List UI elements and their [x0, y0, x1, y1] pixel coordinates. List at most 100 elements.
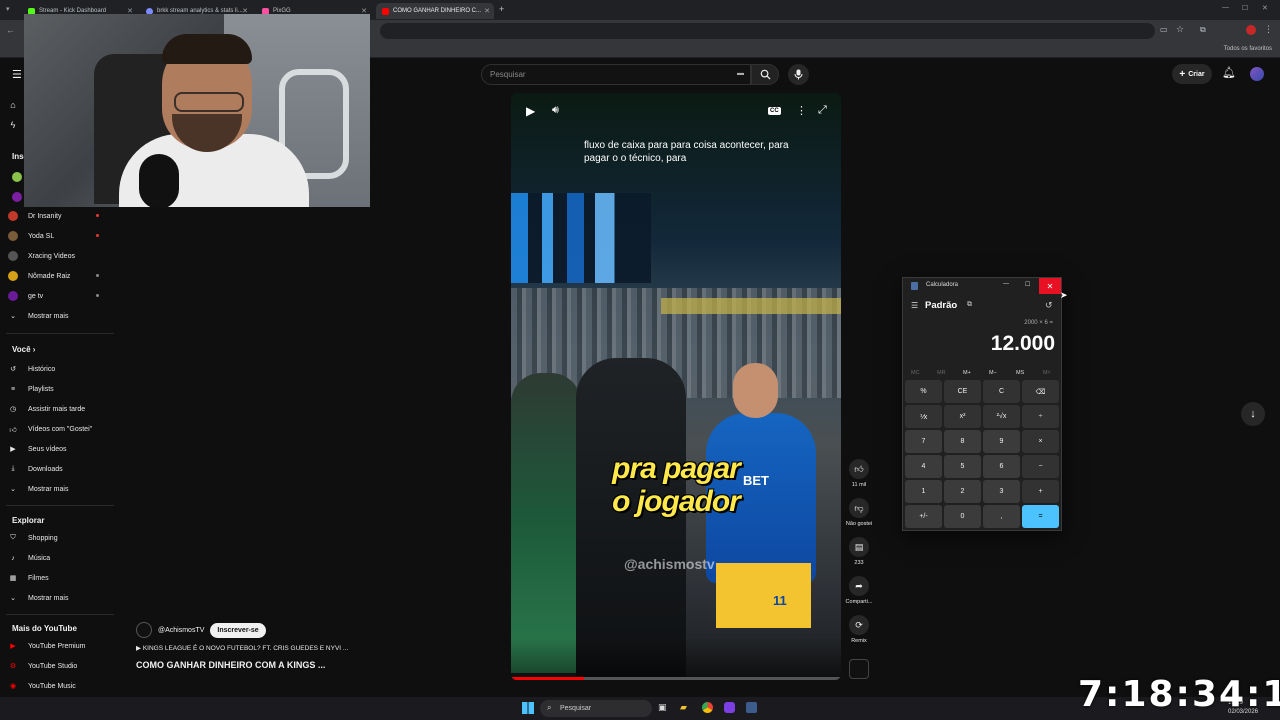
calc-key-negate[interactable]: +/-	[905, 505, 942, 528]
channel-avatar[interactable]	[12, 172, 22, 182]
sidebar-show-more-subs[interactable]: ⌄ Mostrar mais	[8, 308, 108, 324]
sidebar-item-yt-premium[interactable]: ▶ YouTube Premium	[8, 638, 108, 654]
all-bookmarks-link[interactable]: Todos os favoritos	[1224, 46, 1272, 52]
calculator-taskbar-icon[interactable]	[746, 702, 757, 713]
file-explorer-icon[interactable]: ▰	[680, 702, 687, 713]
dislike-button[interactable]: 👎︎ Não gostei	[846, 498, 872, 527]
calc-key-subtract[interactable]: −	[1022, 455, 1059, 478]
video-title[interactable]: COMO GANHAR DINHEIRO COM A KINGS ...	[136, 660, 325, 670]
calc-key-3[interactable]: 3	[983, 480, 1020, 503]
sidebar-sub-xracing[interactable]: Xracing Videos	[8, 248, 108, 264]
taskbar-search[interactable]: ⌕ Pesquisar	[540, 700, 652, 717]
calc-key-6[interactable]: 6	[983, 455, 1020, 478]
calc-key-clear[interactable]: C	[983, 380, 1020, 403]
tab-youtube-active[interactable]: COMO GANHAR DINHEIRO C... ✕	[376, 3, 494, 19]
sidebar-item-history[interactable]: ↺ Histórico	[8, 361, 108, 377]
calc-key-clear-entry[interactable]: CE	[944, 380, 981, 403]
keep-on-top-icon[interactable]: ⧉	[967, 301, 972, 309]
chrome-icon[interactable]	[702, 702, 713, 713]
sidebar-sub-yoda-sl[interactable]: Yoda SL	[8, 228, 108, 244]
keyboard-icon[interactable]: ▬	[737, 70, 744, 77]
cast-icon[interactable]: ▭	[1160, 25, 1168, 34]
profile-icon[interactable]	[1246, 25, 1256, 35]
url-field[interactable]	[380, 23, 1155, 39]
memory-store-button[interactable]: MS	[1016, 370, 1024, 376]
history-icon[interactable]: ↺	[1045, 300, 1053, 311]
extensions-icon[interactable]: ⧉	[1200, 25, 1206, 35]
sidebar-item-shopping[interactable]: ⛉ Shopping	[8, 530, 108, 546]
calc-key-sqrt[interactable]: ²√x	[983, 405, 1020, 428]
calc-key-reciprocal[interactable]: ⅟x	[905, 405, 942, 428]
calc-key-7[interactable]: 7	[905, 430, 942, 453]
calc-key-1[interactable]: 1	[905, 480, 942, 503]
memory-recall-button[interactable]: MR	[937, 370, 946, 376]
channel-handle[interactable]: @AchismosTV	[158, 627, 204, 634]
close-icon[interactable]: ✕	[484, 7, 490, 15]
maximize-icon[interactable]: ☐	[1242, 4, 1248, 12]
fullscreen-icon[interactable]: ⤢	[818, 104, 827, 117]
calculator-titlebar[interactable]: Calculadora — ☐ ✕	[903, 278, 1061, 294]
tab-search-icon[interactable]: ▾	[6, 5, 10, 13]
comments-button[interactable]: ▤ 233	[847, 537, 871, 566]
calc-key-4[interactable]: 4	[905, 455, 942, 478]
subscribe-button[interactable]: Inscrever-se	[210, 622, 266, 638]
menu-dots-icon[interactable]: ⋮	[1264, 24, 1273, 35]
channel-avatar[interactable]	[136, 622, 152, 638]
close-window-icon[interactable]: ✕	[1262, 4, 1268, 12]
progress-bar[interactable]	[511, 677, 841, 680]
calc-key-divide[interactable]: ÷	[1022, 405, 1059, 428]
back-icon[interactable]: ←	[6, 25, 15, 35]
memory-clear-button[interactable]: MC	[911, 370, 920, 376]
memory-add-button[interactable]: M+	[963, 370, 971, 376]
channel-avatar[interactable]	[12, 192, 22, 202]
shorts-video-player[interactable]: BET 11	[511, 93, 841, 680]
sidebar-sub-ge-tv[interactable]: ge tv	[8, 288, 108, 304]
close-button[interactable]: ✕	[1039, 278, 1061, 294]
hamburger-menu-icon[interactable]: ☰	[911, 301, 918, 310]
calc-key-8[interactable]: 8	[944, 430, 981, 453]
sidebar-item-playlists[interactable]: ≡ Playlists	[8, 381, 108, 397]
sidebar-show-more-explore[interactable]: ⌄ Mostrar mais	[8, 590, 108, 606]
captions-icon[interactable]: CC	[768, 107, 781, 115]
create-button[interactable]: + Criar	[1172, 64, 1212, 84]
memory-list-button[interactable]: M˅	[1043, 370, 1051, 376]
sidebar-show-more-you[interactable]: ⌄ Mostrar mais	[8, 481, 108, 497]
hamburger-menu-icon[interactable]: ☰	[12, 68, 22, 81]
calc-key-2[interactable]: 2	[944, 480, 981, 503]
sidebar-sub-nomade-raiz[interactable]: Nômade Raiz	[8, 268, 108, 284]
calc-key-5[interactable]: 5	[944, 455, 981, 478]
sidebar-item-music[interactable]: ♪ Música	[8, 550, 108, 566]
calc-key-9[interactable]: 9	[983, 430, 1020, 453]
calc-key-add[interactable]: +	[1022, 480, 1059, 503]
new-tab-icon[interactable]: +	[499, 4, 504, 14]
sidebar-item-watch-later[interactable]: ◷ Assistir mais tarde	[8, 401, 108, 417]
remix-button[interactable]: ⟳ Remix	[847, 615, 871, 644]
minimize-icon[interactable]: —	[1003, 281, 1009, 287]
volume-icon[interactable]: 🔊︎	[552, 104, 559, 117]
task-view-icon[interactable]: ▣	[658, 702, 667, 713]
calc-key-0[interactable]: 0	[944, 505, 981, 528]
next-video-arrow-icon[interactable]: ↓	[1241, 402, 1265, 426]
star-icon[interactable]: ☆	[1176, 24, 1184, 35]
sidebar-item-yt-music[interactable]: ◉ YouTube Music	[8, 678, 108, 694]
calc-key-percent[interactable]: %	[905, 380, 942, 403]
calc-key-backspace[interactable]: ⌫	[1022, 380, 1059, 403]
more-options-icon[interactable]: ⋮	[796, 104, 807, 117]
search-input[interactable]: Pesquisar ▬	[481, 64, 751, 85]
account-avatar[interactable]	[1250, 67, 1264, 81]
you-section-title[interactable]: Você ›	[12, 345, 35, 354]
calc-key-equals[interactable]: =	[1022, 505, 1059, 528]
search-button[interactable]	[751, 64, 779, 85]
play-icon[interactable]: ▶	[526, 104, 535, 118]
app-icon[interactable]	[724, 702, 735, 713]
related-video-link[interactable]: ▶ KINGS LEAGUE É O NOVO FUTEBOL? FT. CRI…	[136, 644, 348, 652]
sidebar-item-movies[interactable]: ▦ Filmes	[8, 570, 108, 586]
share-button[interactable]: ➦ Comparti...	[846, 576, 872, 605]
calc-key-square[interactable]: x²	[944, 405, 981, 428]
maximize-icon[interactable]: ☐	[1025, 281, 1030, 288]
windows-start-icon[interactable]	[522, 702, 534, 714]
calc-key-multiply[interactable]: ×	[1022, 430, 1059, 453]
sidebar-sub-dr-insanity[interactable]: Dr Insanity	[8, 208, 108, 224]
calculator-window[interactable]: Calculadora — ☐ ✕ ☰ Padrão ⧉ ↺ 2000 × 6 …	[902, 277, 1062, 531]
memory-subtract-button[interactable]: M−	[989, 370, 997, 376]
